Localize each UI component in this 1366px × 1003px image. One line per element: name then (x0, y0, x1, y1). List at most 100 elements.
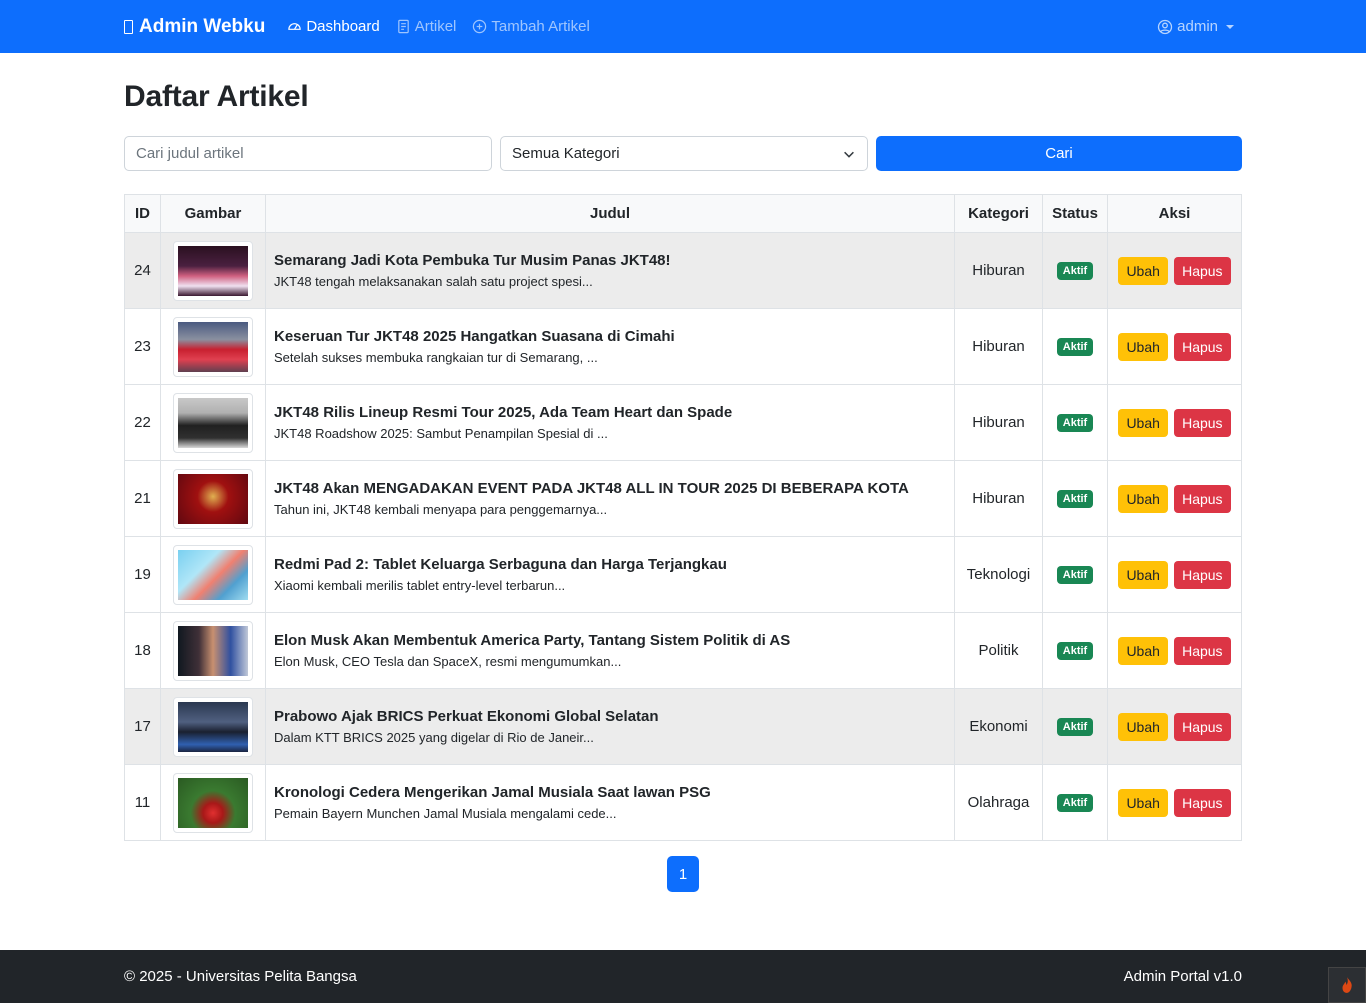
chevron-down-icon (1226, 24, 1234, 29)
nav-link-tambah-artikel[interactable]: Tambah Artikel (472, 18, 590, 35)
table-row: 24 Semarang Jadi Kota Pembuka Tur Musim … (124, 232, 1242, 309)
row-title-cell: Redmi Pad 2: Tablet Keluarga Serbaguna d… (265, 536, 955, 613)
article-title: Redmi Pad 2: Tablet Keluarga Serbaguna d… (274, 556, 727, 573)
article-excerpt: Setelah sukses membuka rangkaian tur di … (274, 350, 598, 365)
table-row: 23 Keseruan Tur JKT48 2025 Hangatkan Sua… (124, 308, 1242, 385)
article-thumbnail (173, 468, 253, 529)
pagination: 1 (124, 856, 1242, 892)
edit-button[interactable]: Ubah (1118, 560, 1168, 589)
page-button-current[interactable]: 1 (667, 856, 699, 892)
article-thumbnail (173, 240, 253, 301)
row-actions: Ubah Hapus (1107, 460, 1242, 537)
nav-link-artikel[interactable]: Artikel (396, 18, 457, 35)
status-badge: Aktif (1056, 642, 1094, 660)
article-excerpt: JKT48 Roadshow 2025: Sambut Penampilan S… (274, 426, 608, 441)
article-thumbnail-image (178, 321, 248, 372)
navbar-inner: Admin Webku Dashboard Artikel Tambah Art… (124, 0, 1242, 53)
row-status-cell: Aktif (1042, 308, 1108, 385)
table-row: 21 JKT48 Akan MENGADAKAN EVENT PADA JKT4… (124, 460, 1242, 537)
row-id: 18 (124, 612, 161, 689)
row-title-cell: Elon Musk Akan Membentuk America Party, … (265, 612, 955, 689)
user-name: admin (1177, 18, 1218, 35)
edit-button[interactable]: Ubah (1118, 484, 1168, 513)
row-title-cell: JKT48 Rilis Lineup Resmi Tour 2025, Ada … (265, 384, 955, 461)
category-select[interactable]: Semua Kategori (500, 136, 868, 171)
row-category: Hiburan (954, 384, 1043, 461)
nav-link-label: Artikel (414, 18, 457, 35)
plus-circle-icon (473, 19, 487, 34)
row-status-cell: Aktif (1042, 688, 1108, 765)
row-status-cell: Aktif (1042, 764, 1108, 841)
delete-button[interactable]: Hapus (1174, 408, 1231, 437)
column-header-kategori: Kategori (954, 194, 1043, 233)
brand-icon (124, 19, 133, 34)
delete-button[interactable]: Hapus (1174, 256, 1231, 285)
row-category: Olahraga (954, 764, 1043, 841)
delete-button[interactable]: Hapus (1174, 484, 1231, 513)
article-thumbnail-image (178, 397, 248, 448)
edit-button[interactable]: Ubah (1118, 332, 1168, 361)
nav-link-dashboard[interactable]: Dashboard (287, 18, 380, 35)
nav-link-label: Tambah Artikel (491, 18, 590, 35)
article-excerpt: Dalam KTT BRICS 2025 yang digelar di Rio… (274, 730, 594, 745)
navbar: Admin Webku Dashboard Artikel Tambah Art… (0, 0, 1366, 53)
status-badge: Aktif (1056, 490, 1094, 508)
row-title-cell: Semarang Jadi Kota Pembuka Tur Musim Pan… (265, 232, 955, 309)
row-actions: Ubah Hapus (1107, 612, 1242, 689)
row-title-cell: Prabowo Ajak BRICS Perkuat Ekonomi Globa… (265, 688, 955, 765)
column-header-judul: Judul (265, 194, 955, 233)
article-thumbnail-image (178, 777, 248, 828)
document-icon (397, 19, 409, 34)
article-thumbnail-image (178, 245, 248, 296)
row-image-cell (160, 384, 266, 461)
status-badge: Aktif (1056, 794, 1094, 812)
article-excerpt: Tahun ini, JKT48 kembali menyapa para pe… (274, 502, 608, 517)
brand-link[interactable]: Admin Webku (124, 16, 265, 38)
row-category: Teknologi (954, 536, 1043, 613)
page-title: Daftar Artikel (124, 80, 309, 113)
row-id: 19 (124, 536, 161, 613)
row-id: 21 (124, 460, 161, 537)
row-category: Politik (954, 612, 1043, 689)
chevron-down-icon (844, 151, 854, 158)
user-dropdown[interactable]: admin (1157, 0, 1234, 53)
row-image-cell (160, 232, 266, 309)
article-title: Elon Musk Akan Membentuk America Party, … (274, 632, 791, 649)
edit-button[interactable]: Ubah (1118, 788, 1168, 817)
row-actions: Ubah Hapus (1107, 232, 1242, 309)
edit-button[interactable]: Ubah (1118, 408, 1168, 437)
delete-button[interactable]: Hapus (1174, 560, 1231, 589)
row-status-cell: Aktif (1042, 460, 1108, 537)
row-image-cell (160, 764, 266, 841)
main-content: Daftar Artikel Semua Kategori Cari ID Ga… (124, 80, 1242, 892)
row-category: Hiburan (954, 232, 1043, 309)
status-badge: Aktif (1056, 262, 1094, 280)
table-row: 19 Redmi Pad 2: Tablet Keluarga Serbagun… (124, 536, 1242, 613)
delete-button[interactable]: Hapus (1174, 712, 1231, 741)
article-title: Kronologi Cedera Mengerikan Jamal Musial… (274, 784, 711, 801)
article-thumbnail (173, 544, 253, 605)
row-actions: Ubah Hapus (1107, 308, 1242, 385)
delete-button[interactable]: Hapus (1174, 788, 1231, 817)
table-row: 22 JKT48 Rilis Lineup Resmi Tour 2025, A… (124, 384, 1242, 461)
edit-button[interactable]: Ubah (1118, 256, 1168, 285)
edit-button[interactable]: Ubah (1118, 636, 1168, 665)
row-title-cell: JKT48 Akan MENGADAKAN EVENT PADA JKT48 A… (265, 460, 955, 537)
delete-button[interactable]: Hapus (1174, 636, 1231, 665)
delete-button[interactable]: Hapus (1174, 332, 1231, 361)
edit-button[interactable]: Ubah (1118, 712, 1168, 741)
article-title: Prabowo Ajak BRICS Perkuat Ekonomi Globa… (274, 708, 659, 725)
table-head: ID Gambar Judul Kategori Status Aksi (124, 194, 1242, 233)
search-button[interactable]: Cari (876, 136, 1242, 171)
row-status-cell: Aktif (1042, 536, 1108, 613)
debug-toolbar-toggle[interactable] (1328, 967, 1366, 1003)
nav-link-label: Dashboard (306, 18, 380, 35)
search-input[interactable] (124, 136, 492, 171)
row-actions: Ubah Hapus (1107, 688, 1242, 765)
article-title: JKT48 Rilis Lineup Resmi Tour 2025, Ada … (274, 404, 733, 421)
column-header-aksi: Aksi (1107, 194, 1242, 233)
row-id: 24 (124, 232, 161, 309)
search-form: Semua Kategori Cari (124, 136, 1242, 171)
article-thumbnail (173, 696, 253, 757)
article-title: JKT48 Akan MENGADAKAN EVENT PADA JKT48 A… (274, 480, 909, 497)
